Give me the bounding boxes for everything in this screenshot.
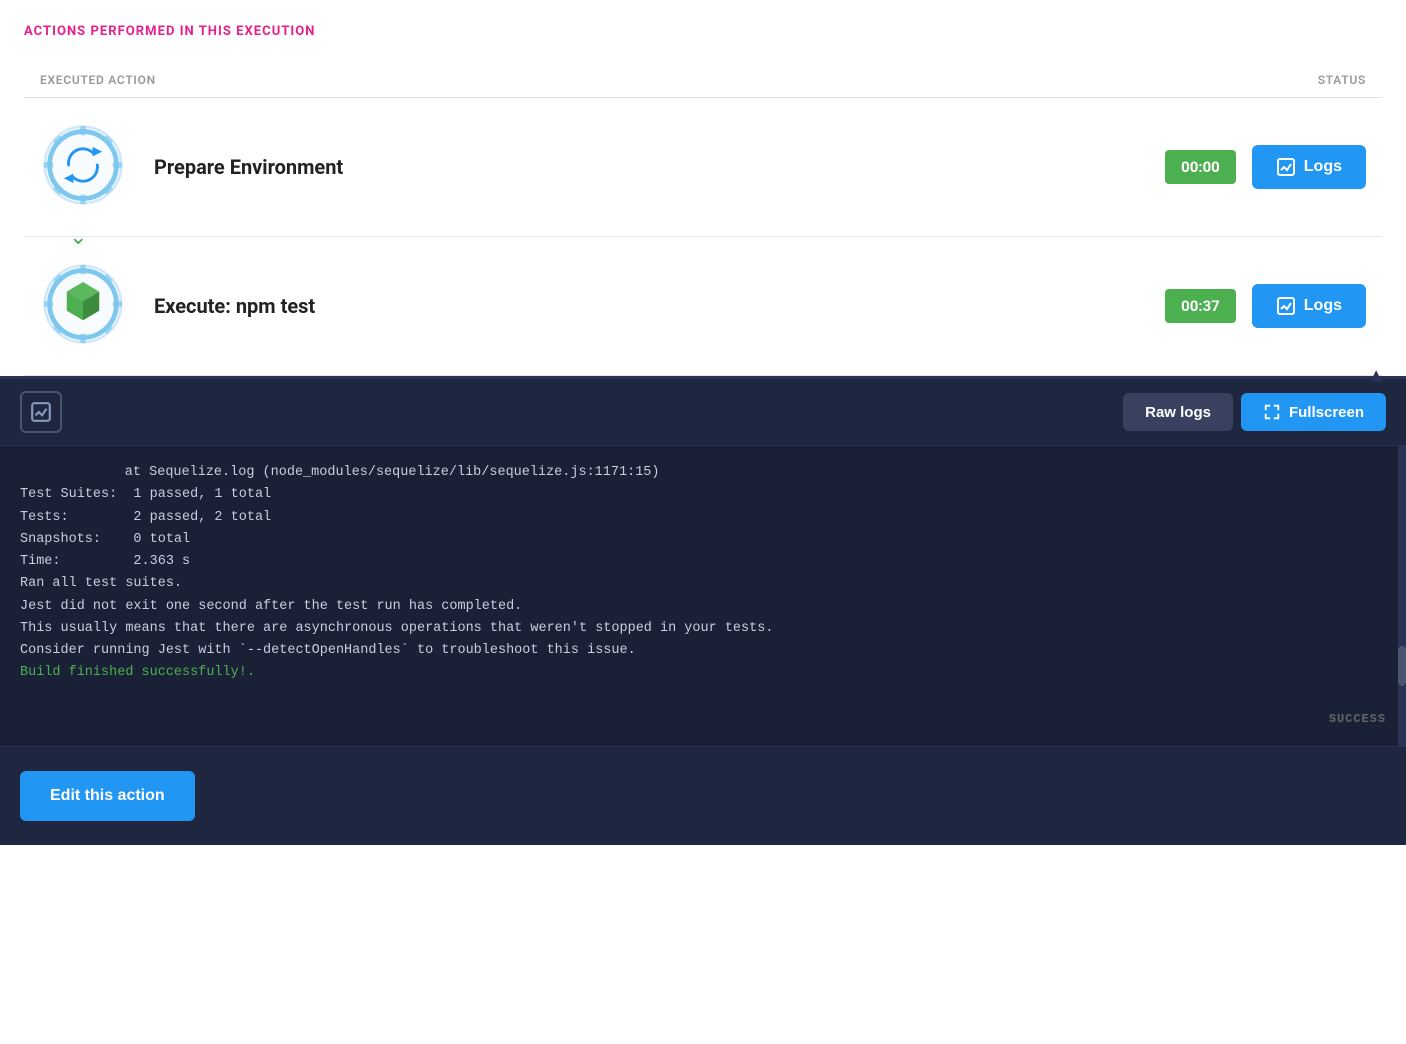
log-content: at Sequelize.log (node_modules/sequelize… xyxy=(0,446,1406,746)
logs-icon-2 xyxy=(1276,296,1296,316)
log-line-2: Tests: 2 passed, 2 total xyxy=(20,507,1386,529)
log-line-6: Jest did not exit one second after the t… xyxy=(20,596,1386,618)
edit-action-button[interactable]: Edit this action xyxy=(20,771,195,821)
action-row-1: Prepare Environment 00:00 Logs ⌄ xyxy=(24,98,1382,237)
action-2-time: 00:37 xyxy=(1165,289,1236,323)
main-container: ACTIONS PERFORMED IN THIS EXECUTION EXEC… xyxy=(0,0,1406,376)
log-line-3: Snapshots: 0 total xyxy=(20,529,1386,551)
log-status-badge: SUCCESS xyxy=(1329,710,1386,730)
bottom-bar: Edit this action xyxy=(0,746,1406,845)
col-status-label: STATUS xyxy=(1318,73,1366,87)
action-2-name: Execute: npm test xyxy=(154,294,1165,318)
log-scrollbar-thumb[interactable] xyxy=(1398,646,1406,686)
log-line-7: This usually means that there are asynch… xyxy=(20,618,1386,640)
log-line-0: at Sequelize.log (node_modules/sequelize… xyxy=(20,462,1386,484)
action-row-2: Execute: npm test 00:37 Logs xyxy=(24,237,1382,376)
table-header: EXECUTED ACTION STATUS xyxy=(24,63,1382,98)
log-panel-actions: Raw logs Fullscreen xyxy=(1123,393,1386,431)
chevron-down-icon: ⌄ xyxy=(69,225,87,250)
log-line-1: Test Suites: 1 passed, 1 total xyxy=(20,484,1386,506)
fullscreen-button[interactable]: Fullscreen xyxy=(1241,393,1386,431)
log-scrollbar[interactable] xyxy=(1398,446,1406,746)
log-line-9: Build finished successfully!. xyxy=(20,662,1386,684)
log-line-5: Ran all test suites. xyxy=(20,573,1386,595)
log-panel-header: Raw logs Fullscreen xyxy=(0,379,1406,446)
action-2-logs-button[interactable]: Logs xyxy=(1252,284,1366,328)
log-panel: Raw logs Fullscreen at Sequelize.log (no… xyxy=(0,376,1406,746)
action-2-icon xyxy=(40,261,130,351)
action-1-time: 00:00 xyxy=(1165,150,1236,184)
action-1-icon xyxy=(40,122,130,212)
action-1-logs-button[interactable]: Logs xyxy=(1252,145,1366,189)
raw-logs-button[interactable]: Raw logs xyxy=(1123,393,1233,431)
log-line-4: Time: 2.363 s xyxy=(20,551,1386,573)
fullscreen-icon xyxy=(1263,403,1281,421)
log-panel-icon xyxy=(20,391,62,433)
col-action-label: EXECUTED ACTION xyxy=(40,73,156,87)
section-title: ACTIONS PERFORMED IN THIS EXECUTION xyxy=(24,24,1382,39)
action-1-name: Prepare Environment xyxy=(154,155,1165,179)
logs-icon-1 xyxy=(1276,157,1296,177)
log-line-8: Consider running Jest with `--detectOpen… xyxy=(20,640,1386,662)
